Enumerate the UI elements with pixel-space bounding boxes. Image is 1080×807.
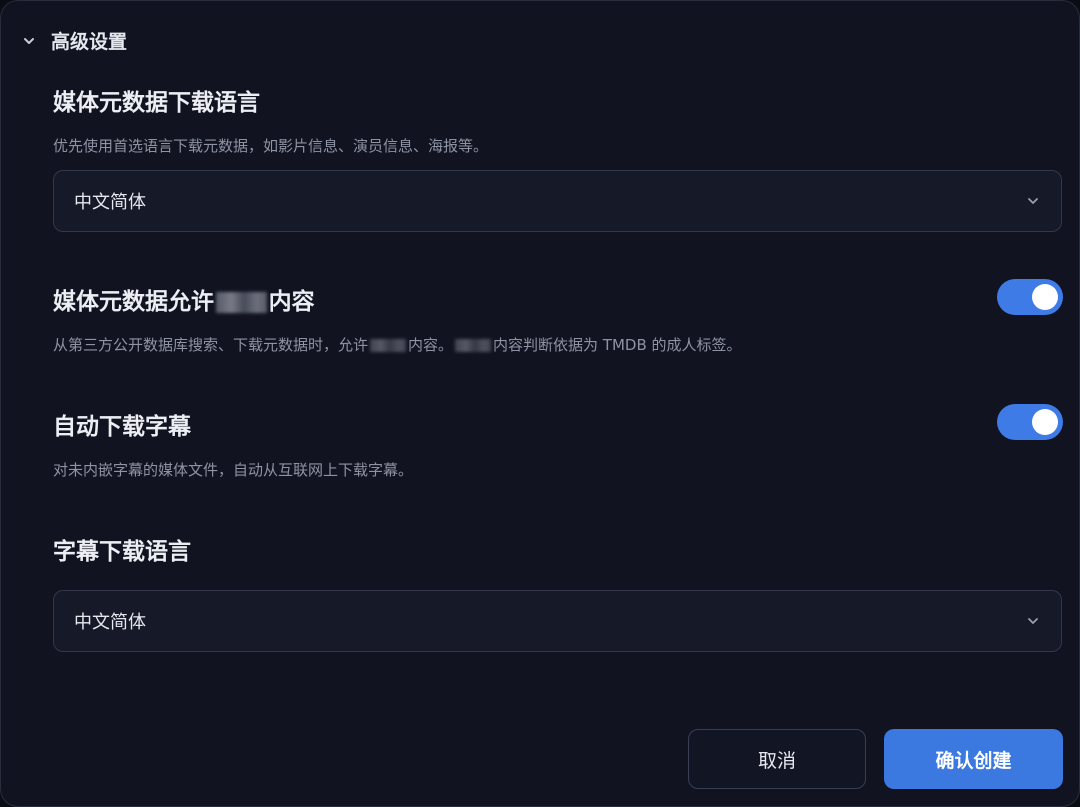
subtitle-language-label: 字幕下载语言 bbox=[53, 539, 191, 565]
cancel-button[interactable]: 取消 bbox=[688, 729, 866, 789]
adult-content-description: 从第三方公开数据库搜索、下载元数据时，允许 内容。 内容判断依据为 TMDB 的成人… bbox=[53, 334, 742, 355]
subtitle-language-select[interactable]: 中文简体 bbox=[53, 590, 1062, 652]
advanced-settings-header[interactable]: 高级设置 bbox=[21, 27, 127, 54]
auto-subtitles-toggle[interactable] bbox=[997, 404, 1063, 440]
auto-subtitles-label: 自动下载字幕 bbox=[53, 414, 191, 440]
metadata-language-label: 媒体元数据下载语言 bbox=[53, 90, 260, 116]
auto-subtitles-description: 对未内嵌字幕的媒体文件，自动从互联网上下载字幕。 bbox=[53, 461, 414, 479]
adult-content-desc-part2: 内容。 bbox=[408, 336, 454, 354]
metadata-language-select[interactable]: 中文简体 bbox=[53, 170, 1062, 232]
censored-mosaic bbox=[216, 292, 267, 313]
chevron-down-icon bbox=[1028, 198, 1038, 204]
toggle-knob bbox=[1032, 284, 1058, 310]
section-title: 高级设置 bbox=[51, 31, 128, 53]
adult-content-desc-part1: 从第三方公开数据库搜索、下载元数据时，允许 bbox=[53, 336, 369, 354]
adult-content-toggle[interactable] bbox=[997, 279, 1063, 315]
chevron-down-icon bbox=[24, 37, 34, 44]
censored-mosaic bbox=[370, 338, 407, 353]
advanced-settings-dialog: 高级设置 媒体元数据下载语言 优先使用首选语言下载元数据，如影片信息、演员信息、… bbox=[0, 0, 1080, 807]
metadata-language-value: 中文简体 bbox=[74, 192, 146, 213]
toggle-knob bbox=[1032, 409, 1058, 435]
confirm-create-button[interactable]: 确认创建 bbox=[884, 729, 1063, 789]
adult-content-label: 媒体元数据允许 内容 bbox=[53, 282, 315, 316]
subtitle-language-value: 中文简体 bbox=[74, 612, 146, 633]
adult-content-desc-part3: 内容判断依据为 TMDB 的成人标签。 bbox=[493, 336, 742, 354]
metadata-language-description: 优先使用首选语言下载元数据，如影片信息、演员信息、海报等。 bbox=[53, 137, 489, 155]
censored-mosaic bbox=[455, 338, 492, 353]
adult-content-label-start: 媒体元数据允许 bbox=[53, 289, 214, 315]
adult-content-label-end: 内容 bbox=[268, 289, 315, 315]
chevron-down-icon bbox=[1028, 618, 1038, 624]
